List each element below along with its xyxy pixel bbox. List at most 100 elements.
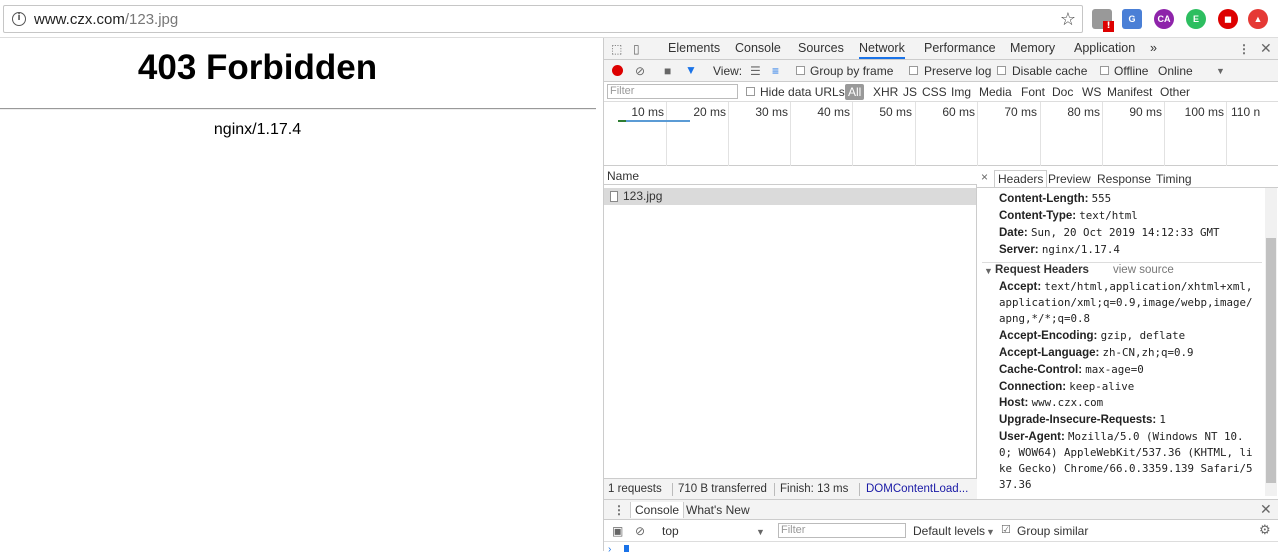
filter-type-media[interactable]: Media [979, 85, 1012, 99]
close-icon[interactable]: ✕ [1260, 41, 1272, 55]
translate-icon[interactable]: G [1122, 9, 1142, 29]
log-levels-select[interactable]: Default levels [913, 524, 985, 538]
header-row: Content-Length: 555 [999, 192, 1112, 205]
request-name[interactable]: 123.jpg [623, 189, 662, 203]
name-column-header[interactable]: Name [607, 169, 639, 183]
tab-application[interactable]: Application [1074, 41, 1135, 55]
tab-console[interactable]: Console [735, 41, 781, 55]
chevron-down-icon[interactable]: ▼ [756, 526, 765, 538]
timeline-tick: 50 ms [879, 105, 912, 119]
filter-type-img[interactable]: Img [951, 85, 971, 99]
server-signature: nginx/1.17.4 [213, 121, 302, 138]
clear-console-icon[interactable]: ⊘ [635, 525, 645, 537]
tab-memory[interactable]: Memory [1010, 41, 1055, 55]
file-icon [610, 191, 618, 202]
upload-extension-icon[interactable]: ▲ [1248, 9, 1268, 29]
request-list-header[interactable]: Name [604, 166, 977, 185]
clear-icon[interactable]: ⊘ [635, 65, 645, 77]
request-headers-title[interactable]: Request Headers [995, 264, 1089, 276]
more-tabs-button[interactable]: » [1150, 41, 1157, 55]
filter-type-xhr[interactable]: XHR [873, 85, 898, 99]
kebab-menu-icon[interactable]: ⋮ [613, 504, 625, 516]
disable-cache-checkbox[interactable] [997, 66, 1006, 75]
url-text[interactable]: www.czx.com/123.jpg [34, 11, 178, 28]
network-filter-input[interactable]: Filter [607, 84, 738, 99]
waterfall-icon[interactable]: ≡ [772, 65, 779, 77]
record-icon[interactable] [612, 65, 623, 76]
bookmark-star-icon[interactable]: ☆ [1060, 9, 1076, 30]
tab-network[interactable]: Network [859, 41, 905, 59]
header-row: Accept: text/html,application/xhtml+xml, [999, 280, 1253, 293]
filter-type-ws[interactable]: WS [1082, 85, 1101, 99]
tab-performance[interactable]: Performance [924, 41, 996, 55]
tab-preview[interactable]: Preview [1048, 172, 1091, 186]
network-toolbar: ⊘ ■ ▼ View: ☰ ≡ Group by frame Preserve … [604, 60, 1278, 82]
chevron-down-icon[interactable]: ▼ [1216, 65, 1225, 77]
evernote-icon[interactable]: E [1186, 9, 1206, 29]
tab-whats-new[interactable]: What's New [686, 503, 750, 517]
timeline-tick: 20 ms [693, 105, 726, 119]
adblock-icon[interactable]: ◼ [1218, 9, 1238, 29]
context-select[interactable]: top [662, 524, 679, 538]
gear-icon[interactable]: ⚙ [1259, 523, 1271, 536]
group-similar-checkbox[interactable]: ☑ [1001, 524, 1011, 536]
camera-icon[interactable]: ■ [664, 65, 671, 77]
timeline-tick: 60 ms [942, 105, 975, 119]
filter-type-font[interactable]: Font [1021, 85, 1045, 99]
close-icon[interactable]: ✕ [1260, 502, 1272, 516]
table-row[interactable]: 123.jpg [604, 188, 976, 205]
view-source-link[interactable]: view source [1113, 264, 1174, 276]
header-value-line: ke Gecko) Chrome/66.0.3359.139 Safari/5 [999, 462, 1253, 475]
device-toggle-icon[interactable]: ▯ [633, 43, 640, 55]
network-overview[interactable]: 10 ms 20 ms 30 ms 40 ms 50 ms 60 ms 70 m… [604, 102, 1278, 166]
timeline-tick: 70 ms [1004, 105, 1037, 119]
tab-sources[interactable]: Sources [798, 41, 844, 55]
console-filter-input[interactable]: Filter [778, 523, 906, 538]
filter-type-doc[interactable]: Doc [1052, 85, 1073, 99]
header-value-line: 0; WOW64) AppleWebKit/537.36 (KHTML, li [999, 446, 1253, 459]
request-timing-bar [624, 120, 690, 122]
collapse-triangle-icon[interactable]: ▼ [984, 266, 993, 276]
offline-checkbox[interactable] [1100, 66, 1109, 75]
filter-type-manifest[interactable]: Manifest [1107, 85, 1152, 99]
hide-data-urls-checkbox[interactable] [746, 87, 755, 96]
header-row: Date: Sun, 20 Oct 2019 14:12:33 GMT [999, 226, 1220, 239]
finish-time: Finish: 13 ms [780, 483, 849, 495]
tab-elements[interactable]: Elements [668, 41, 720, 55]
group-by-frame-checkbox[interactable] [796, 66, 805, 75]
tab-response[interactable]: Response [1097, 172, 1151, 186]
close-icon[interactable]: × [981, 171, 988, 183]
header-value-line: 37.36 [999, 478, 1032, 491]
scrollbar[interactable] [1265, 188, 1277, 496]
header-value-line: application/xml;q=0.9,image/webp,image/ [999, 296, 1253, 309]
timeline-tick: 110 n [1231, 105, 1261, 119]
throttle-select[interactable]: Online [1158, 64, 1193, 78]
filter-type-css[interactable]: CSS [922, 85, 947, 99]
address-bar[interactable]: i www.czx.com/123.jpg ☆ [3, 5, 1083, 33]
filter-type-other[interactable]: Other [1160, 85, 1190, 99]
prompt-chevron-icon: › [608, 544, 612, 555]
large-rows-icon[interactable]: ☰ [750, 65, 761, 77]
detail-tab-bar: × Headers Preview Response Timing [977, 170, 1278, 188]
header-row: Content-Type: text/html [999, 209, 1138, 222]
info-icon[interactable]: i [12, 12, 26, 26]
ca-extension-icon[interactable]: CA [1154, 9, 1174, 29]
disable-cache-label: Disable cache [1012, 64, 1088, 78]
tab-headers[interactable]: Headers [994, 170, 1048, 187]
tab-timing[interactable]: Timing [1156, 172, 1192, 186]
filter-type-js[interactable]: JS [903, 85, 917, 99]
preserve-log-checkbox[interactable] [909, 66, 918, 75]
inspect-icon[interactable]: ⬚ [611, 43, 622, 55]
filter-type-all[interactable]: All [845, 84, 865, 100]
scrollbar-thumb[interactable] [1266, 238, 1276, 483]
sidebar-toggle-icon[interactable]: ▣ [612, 525, 623, 537]
page-content: 403 Forbidden nginx/1.17.4 [0, 38, 603, 551]
chevron-down-icon[interactable]: ▼ [986, 526, 995, 538]
filter-icon[interactable]: ▼ [685, 64, 697, 76]
kebab-menu-icon[interactable]: ⋮ [1238, 43, 1250, 55]
request-list: Name 123.jpg [604, 166, 977, 482]
request-timing-bar-start [618, 120, 626, 122]
header-value-line: apng,*/*;q=0.8 [999, 312, 1091, 325]
timeline-tick: 10 ms [631, 105, 664, 119]
tab-console[interactable]: Console [630, 502, 685, 518]
